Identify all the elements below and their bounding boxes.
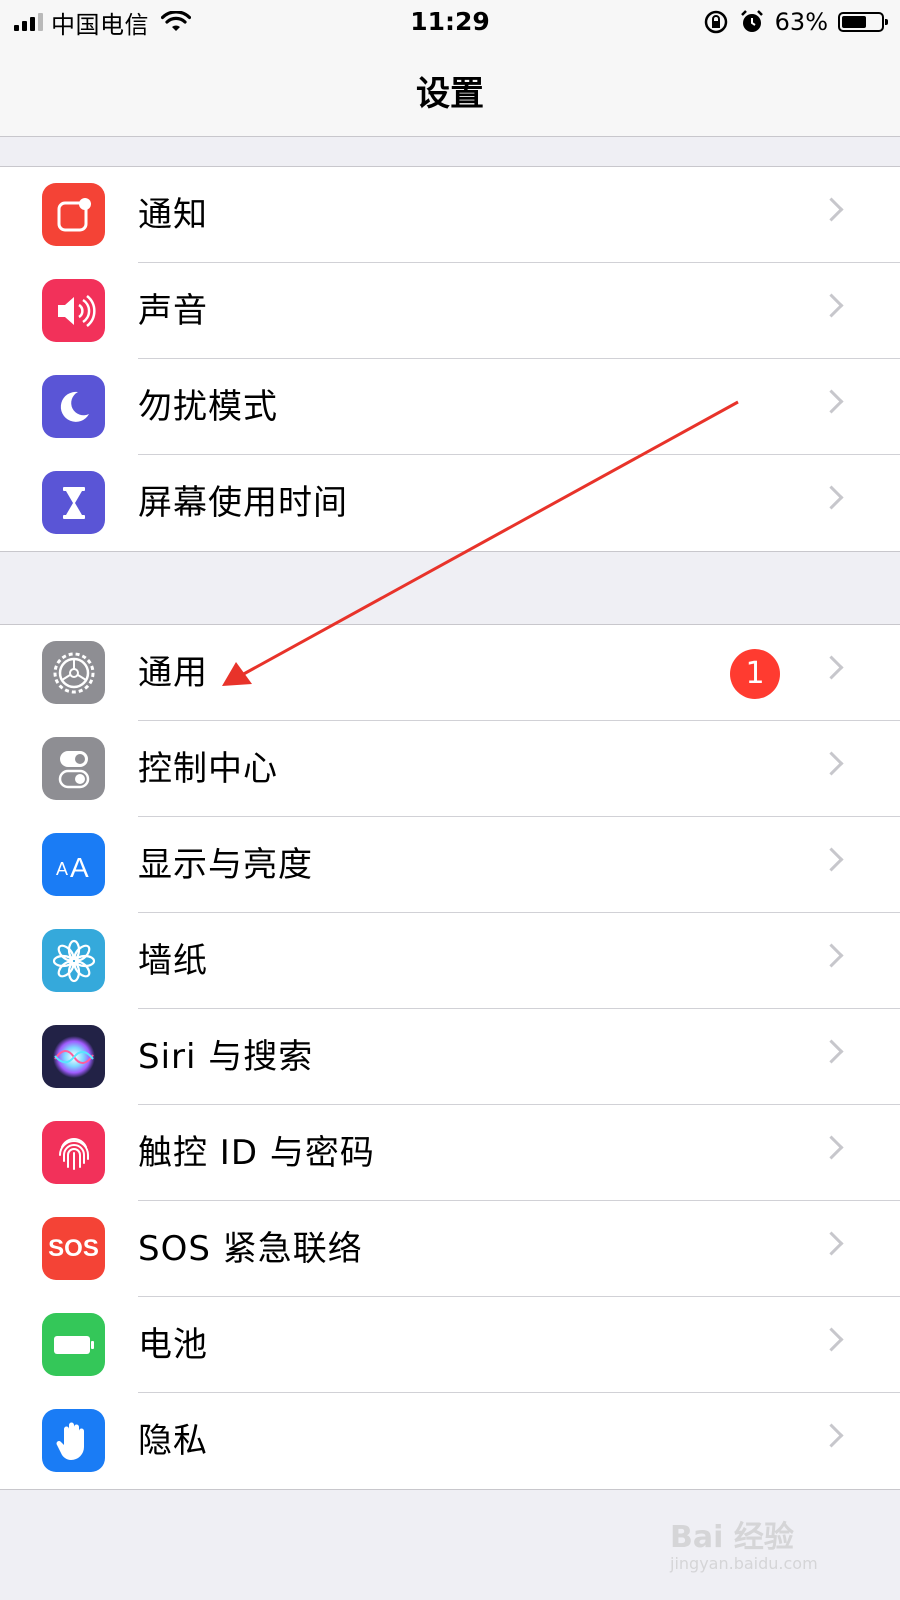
chevron-right-icon — [819, 197, 844, 222]
chevron-right-icon — [819, 751, 844, 776]
fingerprint-icon — [42, 1121, 105, 1184]
flower-icon — [42, 929, 105, 992]
settings-group-2: 通用 1 控制中心 AA 显示与亮度 墙纸 Siri 与搜索 触控 ID 与密码… — [0, 624, 900, 1490]
settings-row-sounds[interactable]: 声音 — [0, 263, 900, 359]
watermark-subtext: jingyan.baidu.com — [670, 1554, 818, 1573]
settings-row-touch-id-passcode[interactable]: 触控 ID 与密码 — [0, 1105, 900, 1201]
row-label: 勿扰模式 — [138, 387, 278, 427]
chevron-right-icon — [819, 943, 844, 968]
svg-text:A: A — [56, 859, 68, 879]
row-label: 电池 — [138, 1325, 208, 1365]
chevron-right-icon — [819, 1135, 844, 1160]
gear-icon — [42, 641, 105, 704]
row-label: 控制中心 — [138, 749, 278, 789]
text-size-icon: AA — [42, 833, 105, 896]
settings-row-display-brightness[interactable]: AA 显示与亮度 — [0, 817, 900, 913]
battery-indicator-icon — [838, 12, 888, 32]
settings-row-emergency-sos[interactable]: SOS SOS 紧急联络 — [0, 1201, 900, 1297]
sos-icon-text: SOS — [48, 1234, 99, 1262]
settings-row-screen-time[interactable]: 屏幕使用时间 — [0, 455, 900, 551]
speaker-icon — [42, 279, 105, 342]
alarm-icon — [740, 10, 763, 32]
status-bar: 中国电信 11:29 63% — [0, 0, 900, 44]
row-label: 声音 — [138, 291, 208, 331]
navigation-bar: 设置 — [0, 44, 900, 137]
row-label: SOS 紧急联络 — [138, 1229, 363, 1269]
settings-row-control-center[interactable]: 控制中心 — [0, 721, 900, 817]
row-label: 通用 — [138, 653, 208, 693]
row-label: 隐私 — [138, 1421, 208, 1461]
rotation-lock-icon — [704, 10, 727, 34]
row-label: 通知 — [138, 195, 208, 235]
watermark-text: Bai 经验 — [670, 1520, 794, 1555]
row-label: Siri 与搜索 — [138, 1037, 314, 1077]
moon-icon — [42, 375, 105, 438]
hourglass-icon — [42, 471, 105, 534]
settings-row-battery[interactable]: 电池 — [0, 1297, 900, 1393]
toggles-icon — [42, 737, 105, 800]
hand-icon — [42, 1409, 105, 1472]
settings-row-siri-search[interactable]: Siri 与搜索 — [0, 1009, 900, 1105]
chevron-right-icon — [819, 1231, 844, 1256]
settings-row-notifications[interactable]: 通知 — [0, 167, 900, 263]
status-right: 63% — [703, 6, 888, 38]
row-label: 屏幕使用时间 — [138, 483, 348, 523]
chevron-right-icon — [819, 293, 844, 318]
row-label: 显示与亮度 — [138, 845, 313, 885]
siri-icon — [42, 1025, 105, 1088]
svg-text:A: A — [70, 852, 89, 883]
chevron-right-icon — [819, 389, 844, 414]
chevron-right-icon — [819, 1039, 844, 1064]
chevron-right-icon — [819, 1423, 844, 1448]
settings-row-do-not-disturb[interactable]: 勿扰模式 — [0, 359, 900, 455]
row-label: 墙纸 — [138, 941, 208, 981]
settings-row-wallpaper[interactable]: 墙纸 — [0, 913, 900, 1009]
battery-percent: 63% — [774, 8, 828, 36]
row-label: 触控 ID 与密码 — [138, 1133, 375, 1173]
notification-badge: 1 — [730, 649, 780, 699]
chevron-right-icon — [819, 655, 844, 680]
battery-icon — [42, 1313, 105, 1376]
chevron-right-icon — [819, 485, 844, 510]
settings-group-1: 通知 声音 勿扰模式 屏幕使用时间 — [0, 166, 900, 552]
page-title: 设置 — [416, 74, 484, 114]
settings-row-general[interactable]: 通用 1 — [0, 625, 900, 721]
notifications-icon — [42, 183, 105, 246]
chevron-right-icon — [819, 847, 844, 872]
baidu-watermark: Bai 经验 jingyan.baidu.com — [670, 1512, 870, 1582]
sos-icon: SOS — [42, 1217, 105, 1280]
chevron-right-icon — [819, 1327, 844, 1352]
settings-row-privacy[interactable]: 隐私 — [0, 1393, 900, 1489]
